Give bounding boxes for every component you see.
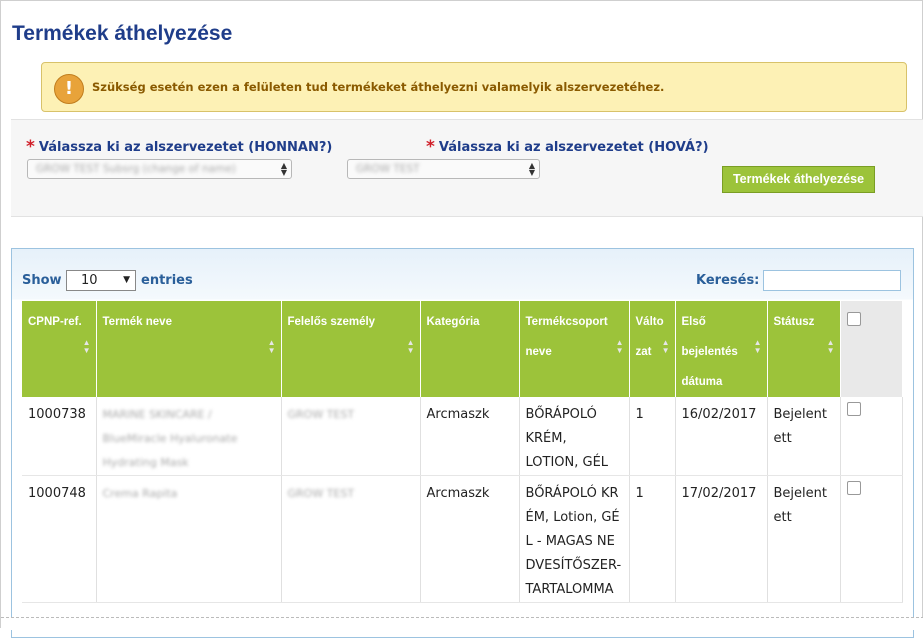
from-select-value: GROW TEST Subsrg (change of name) (36, 163, 236, 175)
to-label: * Válassza ki az alszervezetet (HOVÁ?) (426, 136, 709, 157)
header-label: Státusz (773, 316, 815, 328)
col-first-notification-date[interactable]: Első bejelentés dátuma ▲ ▼ (675, 301, 768, 397)
select-arrows-icon: ▲ ▼ (528, 161, 535, 177)
cell-person: GROW TEST (281, 475, 421, 603)
length-value: 10 (81, 273, 98, 288)
cell-version: 1 (629, 475, 676, 603)
to-label-text: Válassza ki az alszervezetet (HOVÁ?) (438, 140, 709, 155)
sort-icon: ▲ ▼ (615, 338, 624, 355)
cell-group: BŐRÁPOLÓ KRÉM, LOTION, GÉL (519, 397, 630, 476)
search-input[interactable] (763, 270, 901, 291)
select-all-checkbox[interactable] (846, 312, 861, 326)
sort-icon: ▲ ▼ (753, 338, 762, 355)
to-select-value: GROW TEST (356, 163, 420, 175)
entries-label: entries (141, 273, 193, 288)
col-responsible-person[interactable]: Felelős személy ▲ ▼ (281, 301, 421, 397)
cell-category: Arcmaszk (420, 397, 520, 476)
row-checkbox[interactable] (846, 481, 861, 495)
header-label: Felelős személy (287, 316, 376, 328)
cell-ref: 1000738 (22, 397, 97, 476)
caret-down-icon: ▼ (123, 275, 130, 285)
cell-version: 1 (629, 397, 676, 476)
cell-category: Arcmaszk (420, 475, 520, 603)
header-label: Első bejelentés dátuma (681, 316, 738, 388)
to-select[interactable]: GROW TEST ▲ ▼ (347, 159, 540, 179)
cell-ref: 1000748 (22, 475, 97, 603)
sort-icon: ▲ ▼ (82, 338, 91, 355)
move-products-button[interactable]: Termékek áthelyezése (722, 166, 875, 193)
page-title: Termékek áthelyezése (12, 22, 233, 45)
header-label: Termék neve (102, 316, 172, 328)
col-category[interactable]: Kategória (420, 301, 520, 397)
col-cpnp-ref[interactable]: CPNP-ref. ▲ ▼ (22, 301, 97, 397)
show-label: Show (22, 273, 62, 288)
header-label: Változat (635, 316, 664, 358)
warning-icon: ! (54, 74, 84, 104)
cell-date: 17/02/2017 (675, 475, 768, 603)
col-product-name[interactable]: Termék neve ▲ ▼ (96, 301, 282, 397)
cell-status: Bejelentett (767, 397, 841, 476)
cell-name: Crema Rapita (96, 475, 282, 603)
from-label-text: Válassza ki az alszervezetet (HONNAN?) (38, 140, 333, 155)
table-row: 1000748 Crema Rapita GROW TEST Arcmaszk … (22, 475, 903, 603)
col-select-all (840, 301, 903, 397)
cell-group: BŐRÁPOLÓ KRÉM, Lotion, GÉL - MAGAS NEDVE… (519, 475, 630, 603)
sort-icon: ▲ ▼ (267, 338, 276, 355)
cell-date: 16/02/2017 (675, 397, 768, 476)
table-header-row: CPNP-ref. ▲ ▼ Termék neve ▲ ▼ Felelős személ… (22, 301, 903, 397)
header-label: Kategória (426, 316, 480, 328)
cell-person: GROW TEST (281, 397, 421, 476)
select-arrows-icon: ▲ ▼ (280, 161, 287, 177)
header-label: CPNP-ref. (28, 316, 82, 328)
row-checkbox[interactable] (846, 402, 861, 416)
from-label: * Válassza ki az alszervezetet (HONNAN?) (26, 136, 333, 157)
cell-select (840, 475, 903, 603)
header-label: Termékcsoport neve (525, 316, 608, 358)
info-alert: ! Szükség esetén ezen a felületen tud te… (41, 62, 907, 112)
cell-name: MARINE SKINCARE / BlueMiracle Hyaluronat… (96, 397, 282, 476)
sort-icon: ▲ ▼ (661, 338, 670, 355)
products-table: CPNP-ref. ▲ ▼ Termék neve ▲ ▼ Felelős személ… (22, 301, 903, 603)
sort-icon: ▲ ▼ (826, 338, 835, 355)
entries-length-select[interactable]: 10 ▼ (66, 270, 136, 291)
col-version[interactable]: Változat ▲ ▼ (629, 301, 676, 397)
required-mark: * (26, 137, 35, 157)
cell-status: Bejelentett (767, 475, 841, 603)
table-row: 1000738 MARINE SKINCARE / BlueMiracle Hy… (22, 397, 903, 476)
from-select[interactable]: GROW TEST Subsrg (change of name) ▲ ▼ (27, 159, 292, 179)
col-product-group[interactable]: Termékcsoport neve ▲ ▼ (519, 301, 630, 397)
sort-icon: ▲ ▼ (406, 338, 415, 355)
alert-text: Szükség esetén ezen a felületen tud term… (92, 80, 665, 94)
col-status[interactable]: Státusz ▲ ▼ (767, 301, 841, 397)
search-label: Keresés: (696, 273, 760, 288)
torn-edge (1, 617, 923, 630)
cell-select (840, 397, 903, 476)
required-mark: * (426, 137, 435, 157)
